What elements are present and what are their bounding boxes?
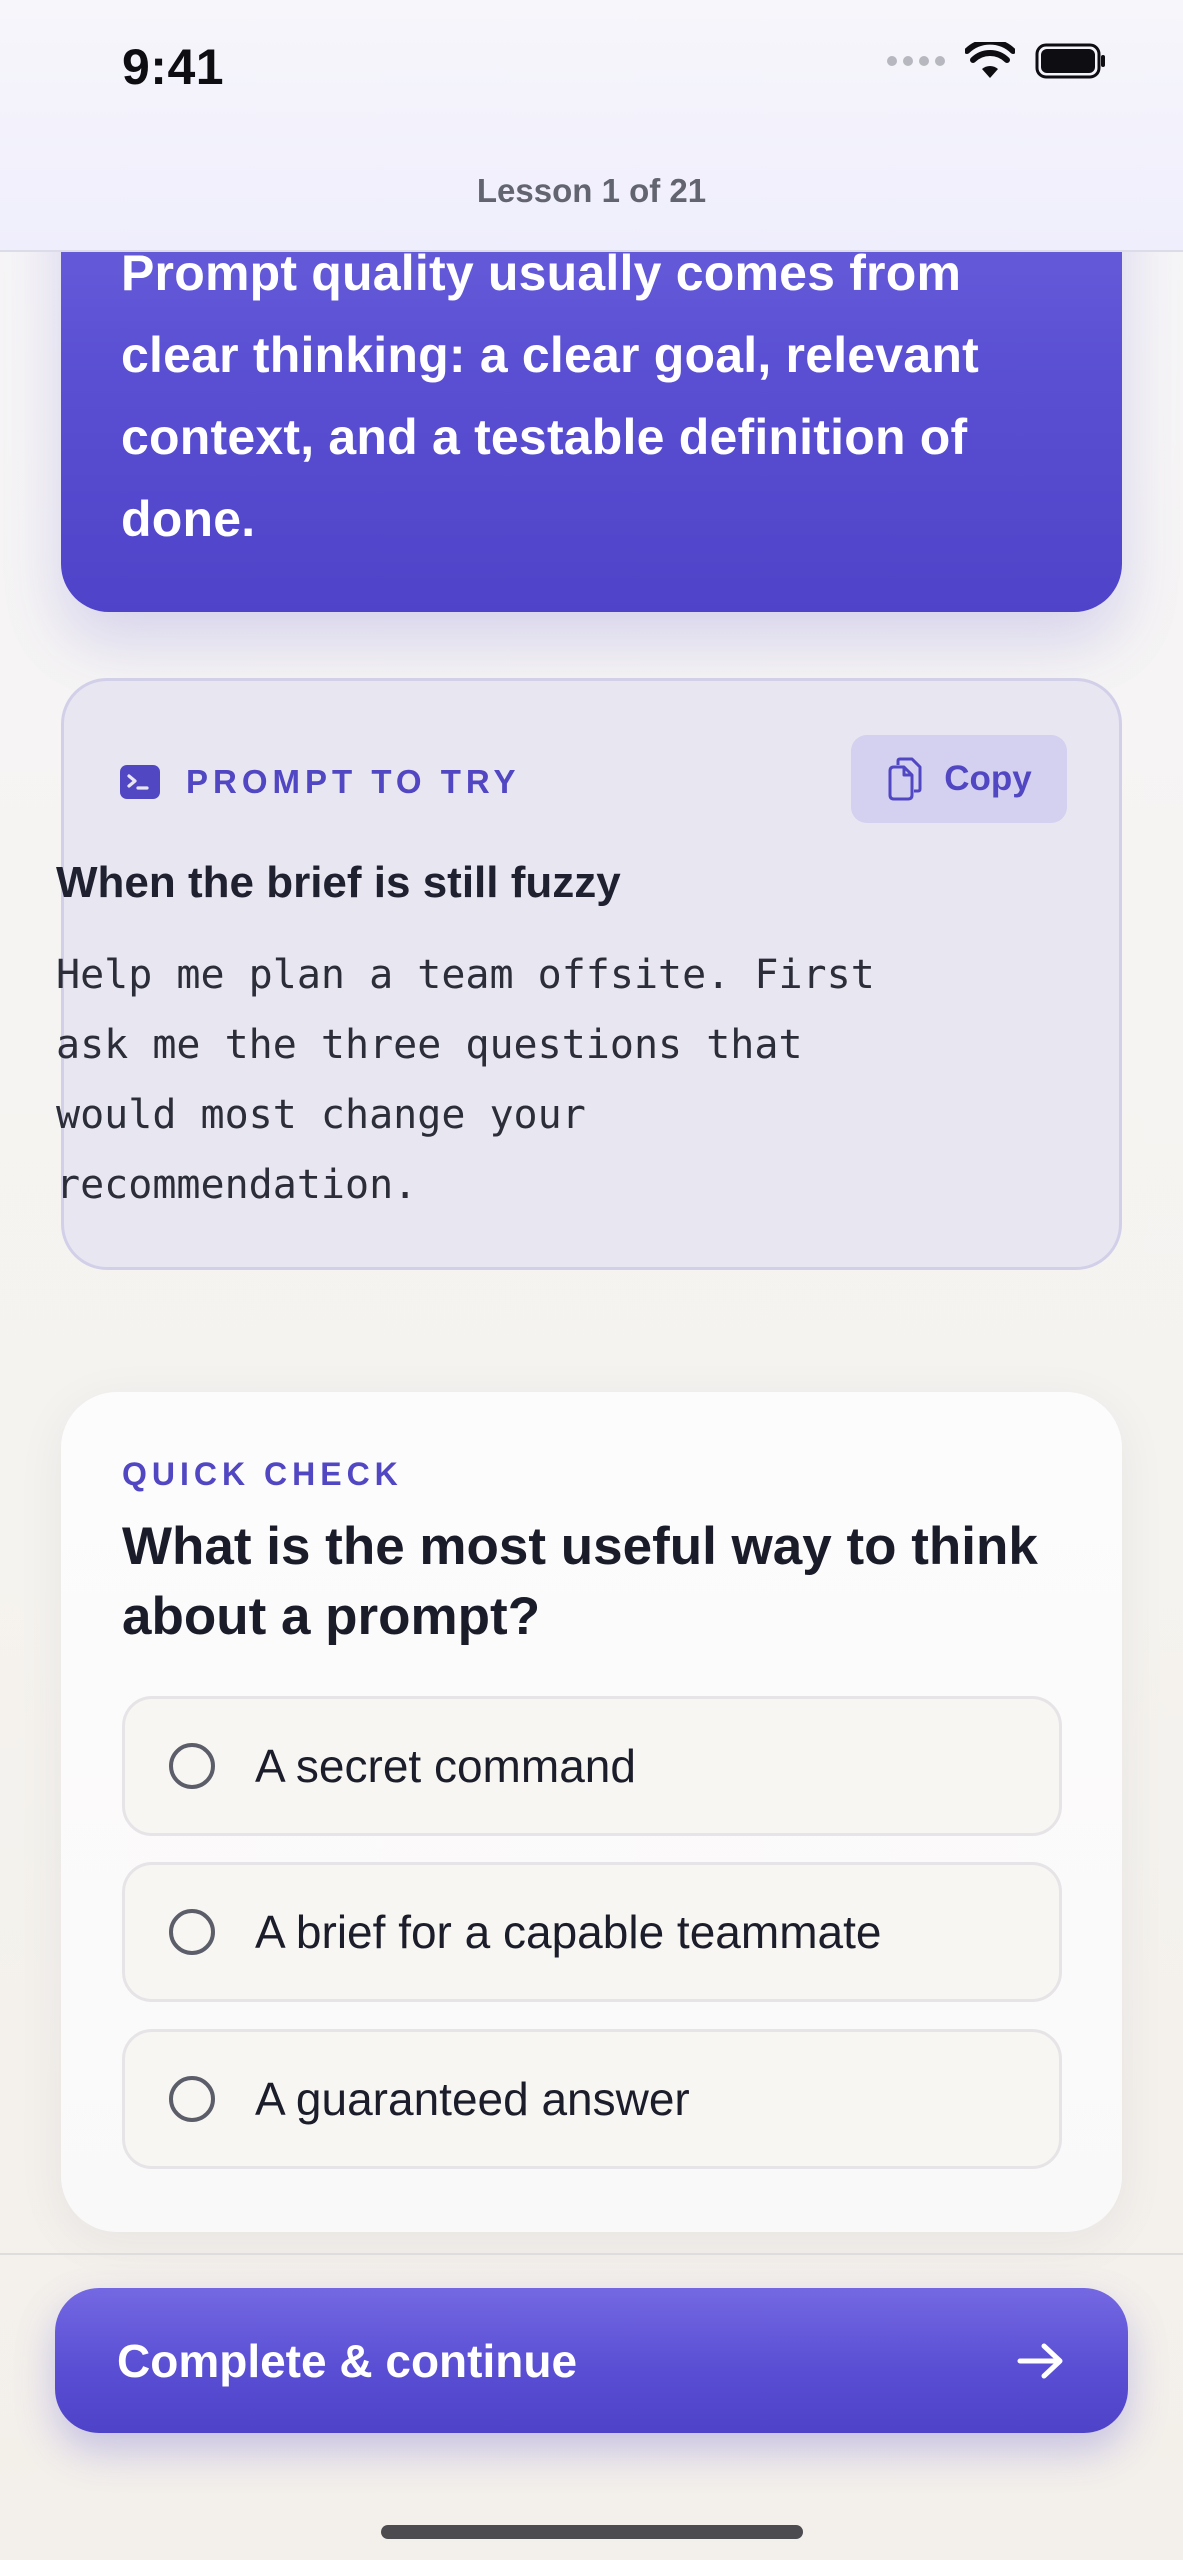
quick-check-label: QUICK CHECK <box>122 1456 403 1492</box>
status-icons <box>887 42 1107 80</box>
quiz-option-guaranteed-answer[interactable]: A guaranteed answer <box>122 2029 1062 2169</box>
radio-button-icon[interactable] <box>169 1909 215 1955</box>
status-time: 9:41 <box>122 39 225 95</box>
complete-continue-button[interactable]: Complete & continue <box>55 2288 1128 2433</box>
quiz-option-label: A brief for a capable teammate <box>255 1906 882 1958</box>
prompt-text-line: Help me plan a team offsite. First <box>56 952 875 998</box>
prompt-card-label: PROMPT TO TRY <box>186 763 521 800</box>
battery-icon <box>1035 43 1105 79</box>
quiz-question: What is the most useful way to think abo… <box>122 1517 1038 1646</box>
copy-icon <box>888 757 922 801</box>
radio-button-icon[interactable] <box>169 1743 215 1789</box>
cellular-signal-icon <box>887 56 945 66</box>
key-takeaway-text: Prompt quality usually comes from clear … <box>121 245 979 547</box>
home-indicator[interactable] <box>381 2525 803 2539</box>
radio-button-icon[interactable] <box>169 2076 215 2122</box>
top-bar: 9:41 Lesson 1 of 21 <box>0 0 1183 252</box>
quiz-option-label: A secret command <box>255 1740 636 1792</box>
terminal-icon <box>120 765 160 799</box>
wifi-icon <box>965 42 1015 78</box>
quick-check-card: QUICK CHECK What is the most useful way … <box>61 1392 1122 2232</box>
prompt-text: Help me plan a team offsite. First ask m… <box>56 940 1016 1220</box>
prompt-text-line: ask me the three questions that <box>56 1022 803 1068</box>
arrow-right-icon <box>1017 2343 1063 2378</box>
prompt-text-line: would most change your <box>56 1092 586 1138</box>
prompt-title: When the brief is still fuzzy <box>56 858 621 907</box>
copy-button[interactable]: Copy <box>851 735 1067 823</box>
lesson-screen: Prompt quality usually comes from clear … <box>0 0 1183 2560</box>
quiz-option-brief-for-teammate[interactable]: A brief for a capable teammate <box>122 1862 1062 2002</box>
complete-continue-label: Complete & continue <box>117 2334 578 2387</box>
quiz-option-secret-command[interactable]: A secret command <box>122 1696 1062 1836</box>
quiz-option-label: A guaranteed answer <box>255 2073 690 2125</box>
lesson-progress-label: Lesson 1 of 21 <box>476 172 707 209</box>
prompt-text-line: recommendation. <box>56 1162 418 1208</box>
bottom-divider <box>0 2253 1183 2255</box>
copy-button-label: Copy <box>944 759 1032 798</box>
prompt-card-header: PROMPT TO TRY <box>120 763 521 801</box>
